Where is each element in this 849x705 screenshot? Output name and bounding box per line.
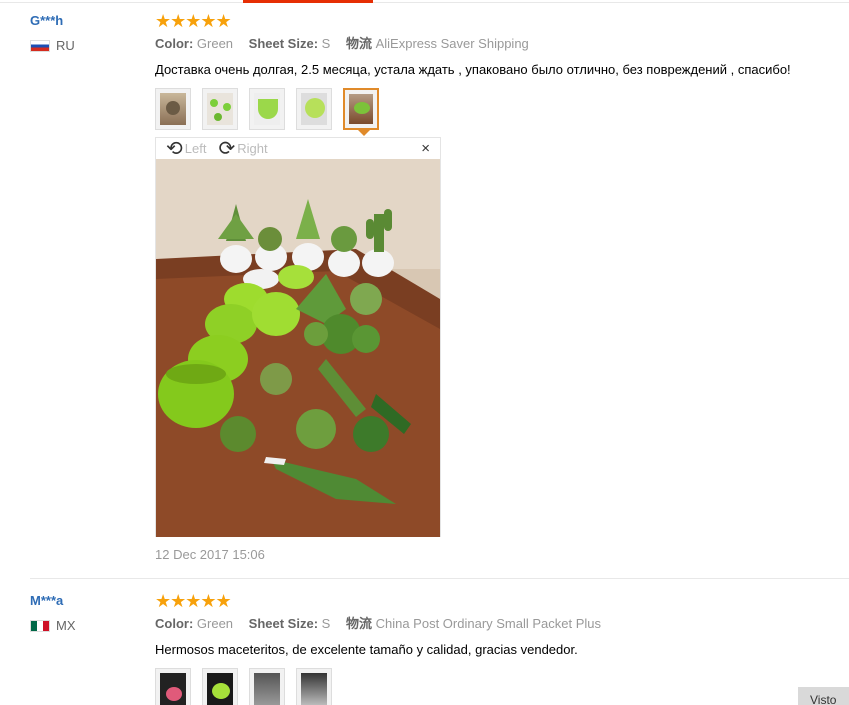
star-rating: ★★★★★ (155, 12, 845, 30)
reviewer-name[interactable]: M***a (30, 593, 140, 608)
active-tab-indicator (243, 0, 373, 3)
close-icon[interactable]: × (421, 140, 430, 157)
photo-thumbnail[interactable] (202, 668, 238, 705)
order-attributes: Color: Green Sheet Size: S 物流 AliExpress… (155, 36, 845, 52)
corner-button[interactable]: Visto (798, 687, 849, 705)
photo-thumbnails (155, 88, 845, 130)
logistics-label: 物流 (346, 616, 372, 631)
color-value: Green (197, 36, 233, 51)
size-label: Sheet Size: (249, 36, 318, 51)
reviewer-country: MX (30, 618, 140, 633)
rotate-left-label: Left (185, 141, 207, 156)
rotate-right-button[interactable]: ⟳ Right (218, 140, 267, 158)
reviewer-country: RU (30, 38, 140, 53)
star-rating: ★★★★★ (155, 592, 845, 610)
photo-thumbnail-active[interactable] (343, 88, 379, 130)
photo-thumbnail[interactable] (249, 88, 285, 130)
enlarged-review-photo (156, 159, 440, 537)
size-label: Sheet Size: (249, 616, 318, 631)
color-value: Green (197, 616, 233, 631)
tab-underline (0, 2, 849, 3)
photo-thumbnail[interactable] (155, 88, 191, 130)
rotate-right-icon: ⟳ (218, 140, 235, 158)
review-text: Доставка очень долгая, 2.5 месяца, устал… (155, 62, 845, 78)
country-code: MX (56, 618, 76, 633)
order-attributes: Color: Green Sheet Size: S 物流 China Post… (155, 616, 845, 632)
photo-thumbnail[interactable] (296, 668, 332, 705)
logistics-label: 物流 (346, 36, 372, 51)
reviewer-name[interactable]: G***h (30, 13, 140, 28)
flag-mx-icon (30, 620, 50, 632)
country-code: RU (56, 38, 75, 53)
rotate-right-label: Right (237, 141, 267, 156)
photo-thumbnail[interactable] (155, 668, 191, 705)
viewer-toolbar: ⟲ Left ⟳ Right × (156, 138, 440, 159)
review-text: Hermosos maceteritos, de excelente tamañ… (155, 642, 845, 658)
size-value: S (322, 36, 331, 51)
photo-thumbnails (155, 668, 845, 705)
rotate-left-button[interactable]: ⟲ Left (166, 140, 206, 158)
photo-thumbnail[interactable] (296, 88, 332, 130)
size-value: S (322, 616, 331, 631)
photo-viewer: ⟲ Left ⟳ Right × (155, 137, 441, 537)
active-thumb-caret (357, 129, 371, 136)
succulent-photo-image (156, 159, 440, 537)
photo-thumbnail[interactable] (202, 88, 238, 130)
logistics-value: China Post Ordinary Small Packet Plus (376, 616, 601, 631)
review-date: 12 Dec 2017 15:06 (155, 547, 265, 562)
review-divider (30, 578, 849, 579)
color-label: Color: (155, 36, 193, 51)
flag-ru-icon (30, 40, 50, 52)
rotate-left-icon: ⟲ (166, 140, 183, 158)
logistics-value: AliExpress Saver Shipping (376, 36, 529, 51)
color-label: Color: (155, 616, 193, 631)
photo-thumbnail[interactable] (249, 668, 285, 705)
